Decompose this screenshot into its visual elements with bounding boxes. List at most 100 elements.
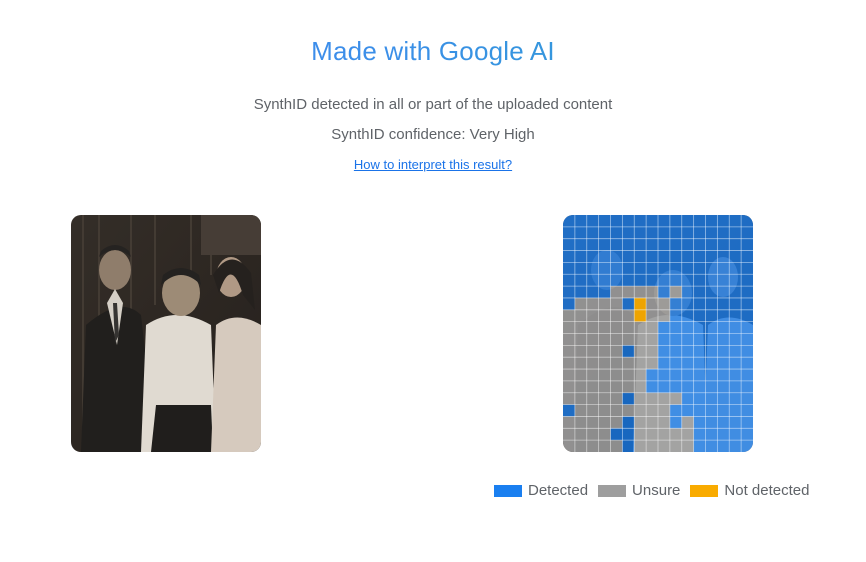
- heatmap-cell: [586, 392, 599, 405]
- heatmap-cell: [741, 380, 753, 393]
- heatmap-cell: [658, 392, 671, 405]
- legend-not-detected: Not detected: [690, 482, 809, 499]
- heatmap-cell: [574, 321, 587, 334]
- not-detected-swatch: [690, 484, 719, 497]
- heatmap-cell: [574, 297, 587, 310]
- heatmap-cell: [705, 380, 718, 393]
- synthid-heatmap-image: [563, 215, 753, 452]
- detected-swatch: [494, 484, 522, 497]
- heatmap-cell: [741, 333, 753, 346]
- heatmap-cell: [693, 226, 706, 239]
- heatmap-cell: [693, 274, 706, 287]
- heatmap-cell: [717, 380, 730, 393]
- heatmap-cell: [610, 274, 623, 287]
- interpret-result-link[interactable]: How to interpret this result?: [0, 157, 866, 172]
- heatmap-cell: [669, 369, 682, 382]
- heatmap-cell: [563, 345, 576, 358]
- heatmap-cell: [717, 416, 730, 429]
- heatmap-cell: [598, 215, 611, 228]
- heatmap-cell: [681, 404, 694, 417]
- heatmap-cell: [693, 345, 706, 358]
- heatmap-cell: [717, 357, 730, 370]
- heatmap-cell: [563, 416, 576, 429]
- heatmap-cell: [717, 404, 730, 417]
- heatmap-cell: [610, 333, 623, 346]
- heatmap-cell: [586, 380, 599, 393]
- heatmap-cell: [634, 440, 647, 452]
- heatmap-cell: [705, 404, 718, 417]
- heatmap-cell: [610, 380, 623, 393]
- heatmap-cell: [681, 238, 694, 251]
- heatmap-cell: [646, 357, 659, 370]
- heatmap-cell: [610, 238, 623, 251]
- heatmap-cell: [646, 428, 659, 441]
- heatmap-cell: [681, 333, 694, 346]
- heatmap-cell: [574, 226, 587, 239]
- heatmap-cell: [705, 309, 718, 322]
- heatmap-cell: [646, 416, 659, 429]
- heatmap-cell: [622, 321, 635, 334]
- heatmap-cell: [646, 380, 659, 393]
- heatmap-cell: [741, 404, 753, 417]
- heatmap-cell: [598, 297, 611, 310]
- heatmap-cell: [598, 404, 611, 417]
- heatmap-cell: [622, 274, 635, 287]
- heatmap-cell: [598, 262, 611, 275]
- heatmap-cell: [717, 392, 730, 405]
- heatmap-cell: [563, 215, 576, 228]
- heatmap-cell: [634, 238, 647, 251]
- heatmap-cell: [634, 428, 647, 441]
- heatmap-cell: [729, 428, 742, 441]
- heatmap-cell: [717, 226, 730, 239]
- heatmap-cell: [669, 274, 682, 287]
- heatmap-cell: [705, 286, 718, 299]
- heatmap-cell: [669, 250, 682, 263]
- heatmap-cell: [717, 274, 730, 287]
- heatmap-cell: [658, 262, 671, 275]
- heatmap-cell: [669, 357, 682, 370]
- heatmap-cell: [741, 250, 753, 263]
- heatmap-cell: [729, 369, 742, 382]
- heatmap-cell: [717, 309, 730, 322]
- heatmap-cell: [610, 440, 623, 452]
- heatmap-cell: [586, 309, 599, 322]
- heatmap-cell: [705, 440, 718, 452]
- heatmap-cell: [741, 428, 753, 441]
- heatmap-cell: [563, 297, 576, 310]
- heatmap-cell: [658, 428, 671, 441]
- heatmap-cell: [705, 321, 718, 334]
- heatmap-cell: [669, 262, 682, 275]
- heatmap-cell: [741, 392, 753, 405]
- heatmap-cell: [634, 321, 647, 334]
- heatmap-cell: [574, 345, 587, 358]
- heatmap-cell: [705, 262, 718, 275]
- legend-unsure: Unsure: [598, 482, 680, 499]
- heatmap-cell: [741, 345, 753, 358]
- heatmap-cell: [574, 250, 587, 263]
- heatmap-cell: [646, 345, 659, 358]
- heatmap-cell: [658, 404, 671, 417]
- heatmap-cell: [681, 345, 694, 358]
- heatmap-cell: [598, 380, 611, 393]
- heatmap-cell: [574, 286, 587, 299]
- heatmap-cell: [622, 345, 635, 358]
- heatmap-cell: [610, 226, 623, 239]
- heatmap-cell: [717, 215, 730, 228]
- heatmap-cell: [622, 416, 635, 429]
- heatmap-cell: [681, 380, 694, 393]
- heatmap-cell: [693, 428, 706, 441]
- heatmap-cell: [705, 369, 718, 382]
- heatmap-cell: [634, 392, 647, 405]
- heatmap-cell: [598, 357, 611, 370]
- legend-detected-label: Detected: [528, 482, 589, 499]
- heatmap-cell: [669, 321, 682, 334]
- heatmap-cell: [586, 333, 599, 346]
- heatmap-cell: [622, 250, 635, 263]
- legend-not-detected-label: Not detected: [724, 482, 810, 499]
- heatmap-cell: [681, 416, 694, 429]
- heatmap-cell: [741, 215, 753, 228]
- heatmap-cell: [586, 416, 599, 429]
- heatmap-cell: [681, 215, 694, 228]
- heatmap-cell: [705, 333, 718, 346]
- heatmap-cell: [634, 286, 647, 299]
